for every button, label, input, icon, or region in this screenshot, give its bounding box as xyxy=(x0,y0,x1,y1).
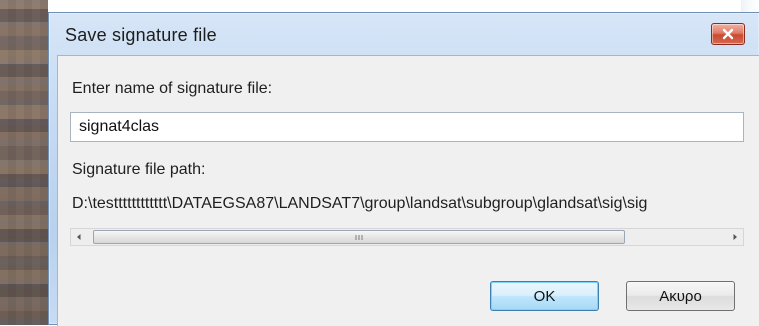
ok-button[interactable]: OK xyxy=(490,281,599,311)
scroll-right-button[interactable] xyxy=(727,229,743,245)
scroll-right-arrow-icon xyxy=(733,234,737,240)
signature-file-path: D:\testttttttttttt\DATAEGSA87\LANDSAT7\g… xyxy=(72,195,648,212)
close-button[interactable] xyxy=(711,23,745,45)
save-signature-dialog: Save signature file Enter name of signat… xyxy=(48,12,759,326)
scroll-left-arrow-icon xyxy=(77,234,81,240)
cancel-button[interactable]: Ακυρο xyxy=(626,281,735,311)
dialog-content: Enter name of signature file: Signature … xyxy=(57,55,759,326)
path-label: Signature file path: xyxy=(72,161,206,178)
titlebar: Save signature file xyxy=(49,13,759,55)
background-window-edge xyxy=(0,0,48,325)
scroll-thumb-grip-icon xyxy=(355,234,363,240)
horizontal-scrollbar[interactable] xyxy=(70,228,744,246)
scroll-thumb[interactable] xyxy=(93,230,625,244)
name-label: Enter name of signature file: xyxy=(72,80,273,97)
signature-name-input[interactable] xyxy=(70,112,744,142)
close-icon xyxy=(722,28,734,40)
scroll-left-button[interactable] xyxy=(71,229,87,245)
window-title: Save signature file xyxy=(65,25,217,45)
